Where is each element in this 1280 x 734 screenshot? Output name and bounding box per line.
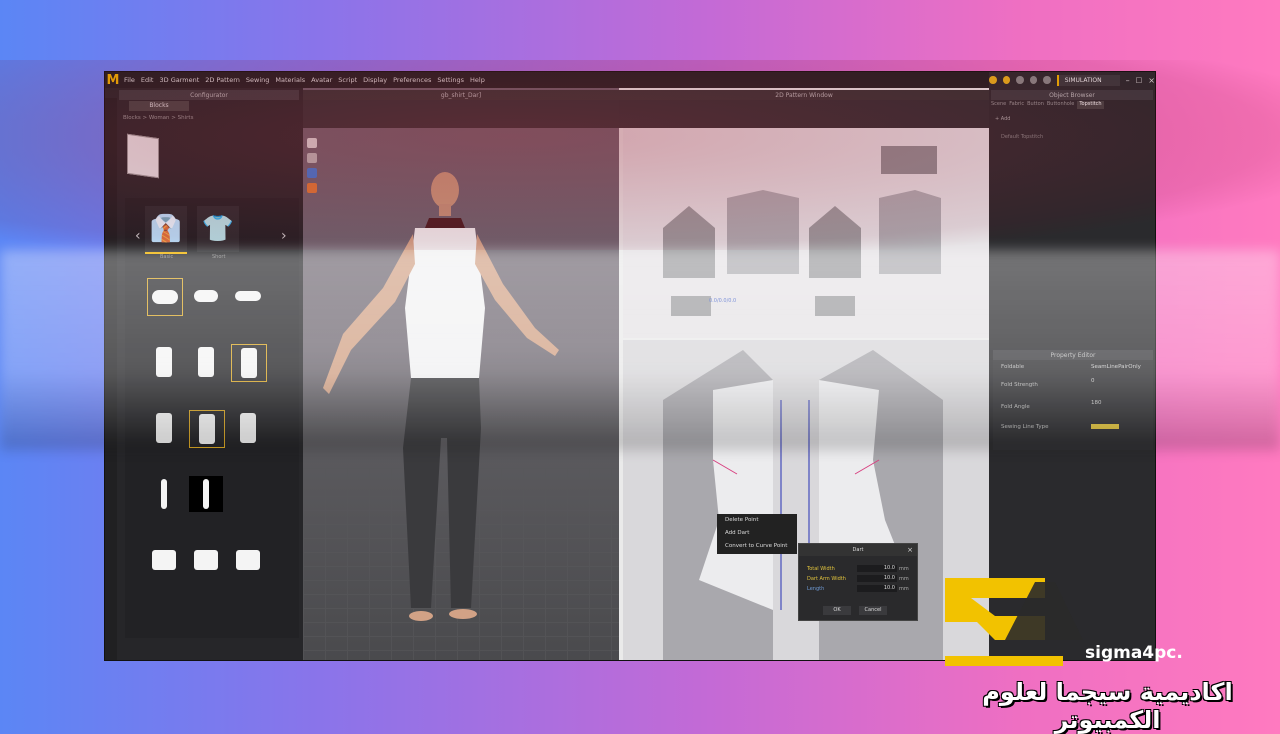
shirt-basic-thumb[interactable]: 👔 — [145, 206, 187, 254]
property-editor: Property Editor Foldable SeamLinePairOnl… — [993, 350, 1153, 450]
window-controls: SIMULATION – □ × — [989, 72, 1155, 88]
minimize-icon[interactable]: – — [1126, 76, 1130, 85]
cuff-option-3[interactable] — [231, 542, 265, 578]
thumb-label-basic: Basic — [160, 254, 174, 260]
dart-dialog-title: Dart — [799, 544, 917, 556]
pattern-overview[interactable]: 0.0/0.0/0.0 — [623, 128, 989, 338]
dart-arm-width-label: Dart Arm Width — [807, 576, 846, 582]
tab-blocks[interactable]: Blocks — [129, 101, 189, 111]
prop-label-fold-angle: Fold Angle — [1001, 404, 1030, 410]
settings-icon[interactable] — [1043, 76, 1051, 84]
dart-dialog-close-icon[interactable]: × — [907, 546, 913, 554]
brand-website: sigma4pc. — [1085, 643, 1183, 663]
prop-value-sewing-line-type[interactable] — [1091, 424, 1119, 429]
tab-topstitch[interactable]: Topstitch — [1077, 101, 1104, 109]
dart-cancel-button[interactable]: Cancel — [859, 606, 887, 615]
menu-settings[interactable]: Settings — [434, 76, 467, 84]
prop-value-foldable[interactable]: SeamLinePairOnly — [1091, 364, 1141, 370]
ctx-delete-point[interactable]: Delete Point — [717, 514, 797, 527]
dart-total-width-unit: mm — [899, 566, 909, 572]
collar-option-1[interactable] — [147, 278, 183, 316]
collar-option-2[interactable] — [189, 278, 223, 314]
viewport-3d[interactable]: gb_shirt_Dar] — [303, 88, 619, 660]
prop-value-fold-angle[interactable]: 180 — [1091, 400, 1102, 406]
dart-total-width-field[interactable]: 10.0 — [857, 565, 897, 572]
back-option-3[interactable] — [231, 410, 265, 446]
dart-length-field[interactable]: 10.0 — [857, 585, 897, 592]
menu-help[interactable]: Help — [467, 76, 488, 84]
maximize-icon[interactable]: □ — [1136, 76, 1143, 84]
carousel-next-icon[interactable]: › — [281, 228, 287, 244]
prop-label-sewing-line-type: Sewing Line Type — [1001, 424, 1049, 430]
context-menu: Delete Point Add Dart Convert to Curve P… — [717, 514, 797, 554]
menu-materials[interactable]: Materials — [272, 76, 308, 84]
menu-bar: M File Edit 3D Garment 2D Pattern Sewing… — [105, 72, 1155, 88]
menu-preferences[interactable]: Preferences — [390, 76, 434, 84]
prop-label-fold-strength: Fold Strength — [1001, 382, 1038, 388]
tab-fabric[interactable]: Fabric — [1009, 101, 1024, 109]
tab-buttonhole[interactable]: Buttonhole — [1047, 101, 1074, 109]
measure-readout: 0.0/0.0/0.0 — [709, 298, 737, 304]
menu-display[interactable]: Display — [360, 76, 390, 84]
dart-total-width-label: Total Width — [807, 566, 835, 572]
simulation-toggle-icon[interactable] — [989, 76, 997, 84]
body-option-2[interactable] — [189, 344, 223, 380]
menu-avatar[interactable]: Avatar — [308, 76, 335, 84]
brand-arabic-title: اكاديمية سيجما لعلوم الكمبيوتر — [982, 678, 1233, 734]
mode-dropdown[interactable]: SIMULATION — [1056, 74, 1120, 86]
placket-option-1[interactable] — [147, 476, 181, 512]
tab-scene[interactable]: Scene — [991, 101, 1006, 109]
avatar-figure[interactable] — [303, 88, 619, 660]
ob-add-button[interactable]: + Add — [995, 116, 1010, 122]
cuff-option-1[interactable] — [147, 542, 181, 578]
property-editor-header: Property Editor — [993, 350, 1153, 360]
placket-option-2[interactable] — [189, 476, 223, 512]
pattern-toolbar — [619, 100, 989, 128]
menu-sewing[interactable]: Sewing — [243, 76, 273, 84]
shirt-short-thumb[interactable]: 👕 — [197, 206, 239, 252]
back-option-2[interactable] — [189, 410, 225, 448]
user-icon[interactable] — [1016, 76, 1024, 84]
object-browser-header: Object Browser — [991, 90, 1153, 100]
menu-file[interactable]: File — [121, 76, 138, 84]
dart-arm-width-field[interactable]: 10.0 — [857, 575, 897, 582]
dart-ok-button[interactable]: OK — [823, 606, 851, 615]
prop-value-fold-strength[interactable]: 0 — [1091, 378, 1095, 384]
screenshot-icon[interactable] — [1002, 76, 1011, 84]
thumb-label-short: Short — [212, 254, 226, 260]
dart-length-unit: mm — [899, 586, 909, 592]
tab-button[interactable]: Button — [1027, 101, 1044, 109]
body-option-3[interactable] — [231, 344, 267, 382]
configurator-header: Configurator — [119, 90, 299, 100]
cuff-option-2[interactable] — [189, 542, 223, 578]
breadcrumb: Blocks > Woman > Shirts — [123, 115, 194, 121]
dart-dialog: Dart × Total Width 10.0 mm Dart Arm Widt… — [798, 543, 918, 621]
app-logo: M — [105, 72, 121, 88]
back-option-1[interactable] — [147, 410, 181, 446]
object-browser-tabs: Scene Fabric Button Buttonhole Topstitch — [991, 101, 1153, 109]
library-sidebar — [105, 98, 117, 660]
menu-2d-pattern[interactable]: 2D Pattern — [202, 76, 243, 84]
library-tabbar: Blocks — [119, 101, 299, 111]
help-icon[interactable] — [1029, 76, 1038, 84]
menu-3d-garment[interactable]: 3D Garment — [156, 76, 202, 84]
ob-item-topstitch[interactable]: Default Topstitch — [1001, 134, 1043, 140]
menu-edit[interactable]: Edit — [138, 76, 157, 84]
prop-label-foldable: Foldable — [1001, 364, 1025, 370]
folder-icon[interactable] — [127, 133, 159, 179]
dart-length-label: Length — [807, 586, 825, 592]
pattern-window-header: 2D Pattern Window — [619, 90, 989, 100]
menu-script[interactable]: Script — [335, 76, 360, 84]
carousel-prev-icon[interactable]: ‹ — [135, 228, 141, 244]
ctx-convert-curve-point[interactable]: Convert to Curve Point — [717, 540, 797, 553]
ctx-add-dart[interactable]: Add Dart — [717, 527, 797, 540]
library-panel: Configurator Blocks Blocks > Woman > Shi… — [105, 88, 303, 660]
collar-option-3[interactable] — [231, 278, 265, 314]
body-option-1[interactable] — [147, 344, 181, 380]
dart-arm-width-unit: mm — [899, 576, 909, 582]
close-icon[interactable]: × — [1148, 76, 1155, 85]
pattern-pieces-overview — [663, 146, 941, 316]
